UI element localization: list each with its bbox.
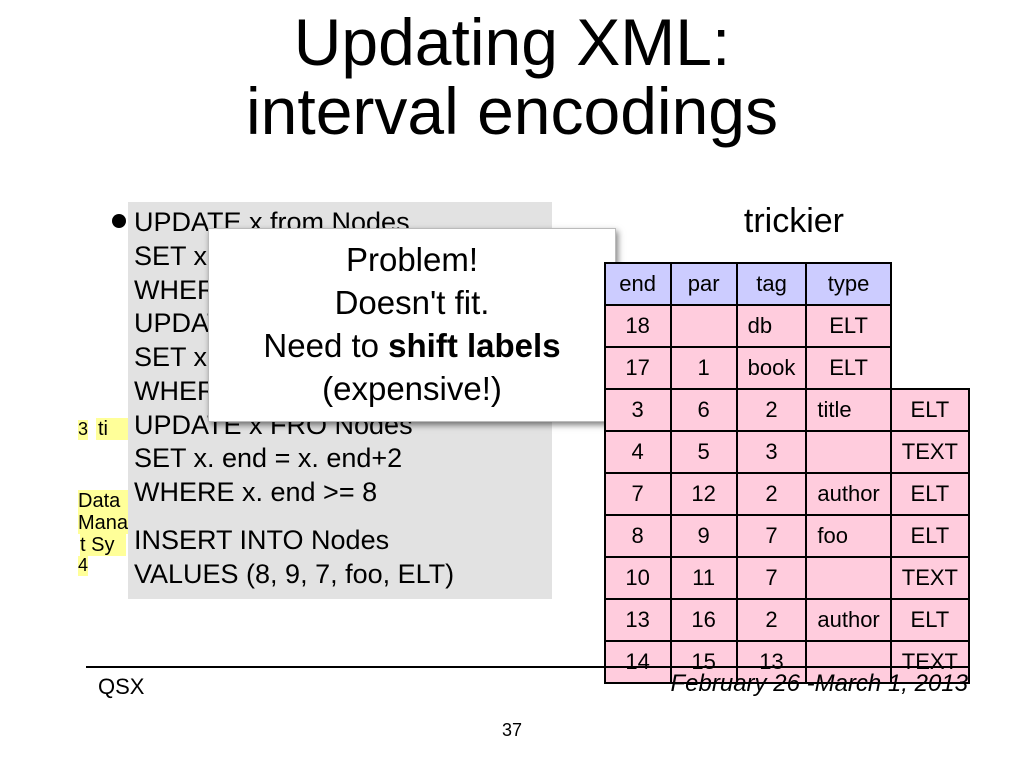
cell: 6 <box>671 389 737 431</box>
cell: TEXT <box>891 431 969 473</box>
bullet-dot <box>112 214 126 228</box>
cell: 13 <box>605 599 671 641</box>
cell: 9 <box>671 515 737 557</box>
table-row: 18 db ELT <box>605 305 969 347</box>
cell: ELT <box>891 599 969 641</box>
cell: book <box>737 347 807 389</box>
cell: 12 <box>671 473 737 515</box>
table-header-row: end par tag type <box>605 263 969 305</box>
callout-part: Need to <box>263 327 388 364</box>
cell: 11 <box>671 557 737 599</box>
callout-line: Need to shift labels <box>217 325 607 368</box>
cell: 2 <box>737 599 807 641</box>
cell: author <box>806 473 890 515</box>
cell: 7 <box>737 557 807 599</box>
slide-title: Updating XML: interval encodings <box>0 0 1024 147</box>
col-end: end <box>605 263 671 305</box>
cell: 16 <box>671 599 737 641</box>
sql-line: INSERT INTO Nodes <box>134 524 544 558</box>
cell: 17 <box>605 347 671 389</box>
cell: title <box>806 389 890 431</box>
table-row: 17 1 book ELT <box>605 347 969 389</box>
sql-line: SET x. end = x. end+2 <box>134 442 544 476</box>
cell: 5 <box>671 431 737 473</box>
cell: 7 <box>605 473 671 515</box>
callout-line: Problem! <box>217 239 607 282</box>
callout-line: Doesn't fit. <box>217 282 607 325</box>
cell: 3 <box>737 431 807 473</box>
cell: ELT <box>891 515 969 557</box>
trickier-text: trickier <box>744 202 844 241</box>
cell <box>806 557 890 599</box>
sql-line: WHERE x. end >= 8 <box>134 476 544 510</box>
footer-divider <box>86 666 968 668</box>
cell: ELT <box>891 473 969 515</box>
cell: 2 <box>737 473 807 515</box>
nodes-table: end par tag type 18 db ELT 17 1 book ELT… <box>604 262 970 684</box>
cell: 8 <box>605 515 671 557</box>
footer-left: QSX <box>98 674 144 700</box>
table-row: 7 12 2 author ELT <box>605 473 969 515</box>
fragment-4: 4 <box>78 556 88 576</box>
footer-right: February 26 -March 1, 2013 <box>671 670 968 698</box>
cell: 14 <box>605 641 671 683</box>
table-row: 10 11 7 TEXT <box>605 557 969 599</box>
fragment-mana: Mana <box>78 512 132 534</box>
cell: ELT <box>806 347 890 389</box>
cell: ELT <box>806 305 890 347</box>
cell: author <box>806 599 890 641</box>
title-line-1: Updating XML: <box>294 5 731 79</box>
cell <box>806 431 890 473</box>
cell: 3 <box>605 389 671 431</box>
fragment-data: Data <box>78 490 130 512</box>
sql-spacer <box>134 510 544 524</box>
nodes-table-wrap: end par tag type 18 db ELT 17 1 book ELT… <box>604 262 970 684</box>
cell: ELT <box>891 389 969 431</box>
cell: 2 <box>737 389 807 431</box>
cell: 4 <box>605 431 671 473</box>
cell: 1 <box>671 347 737 389</box>
fragment-tsy: t Sy <box>80 534 126 556</box>
table-row: 8 9 7 foo ELT <box>605 515 969 557</box>
col-tag: tag <box>737 263 807 305</box>
callout-line: (expensive!) <box>217 368 607 411</box>
table-row: 13 16 2 author ELT <box>605 599 969 641</box>
callout-bold: shift labels <box>388 327 560 364</box>
fragment-3: 3 <box>78 420 88 440</box>
page-number: 37 <box>0 720 1024 741</box>
cell: 18 <box>605 305 671 347</box>
cell: foo <box>806 515 890 557</box>
cell: 10 <box>605 557 671 599</box>
problem-callout: Problem! Doesn't fit. Need to shift labe… <box>208 228 616 422</box>
cell: 7 <box>737 515 807 557</box>
col-type: type <box>806 263 890 305</box>
table-row: 4 5 3 TEXT <box>605 431 969 473</box>
cell: db <box>737 305 807 347</box>
title-line-2: interval encodings <box>246 74 778 148</box>
col-par: par <box>671 263 737 305</box>
cell: TEXT <box>891 557 969 599</box>
cell <box>671 305 737 347</box>
sql-line: VALUES (8, 9, 7, foo, ELT) <box>134 558 544 592</box>
table-row: 3 6 2 title ELT <box>605 389 969 431</box>
